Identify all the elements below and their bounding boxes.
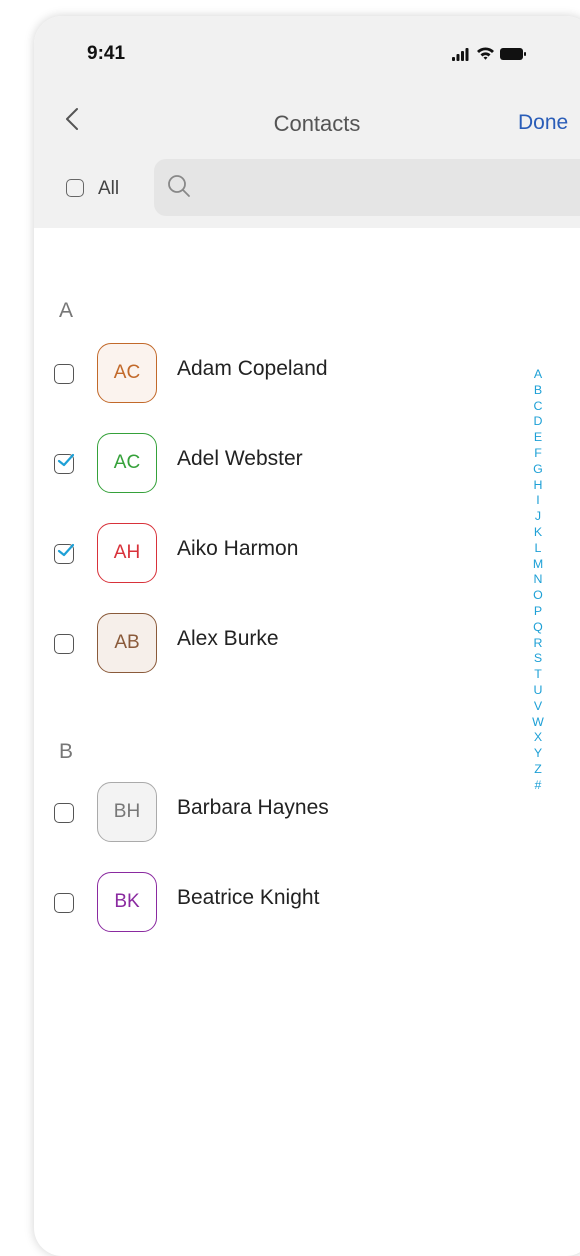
index-letter[interactable]: N — [534, 572, 543, 588]
index-letter[interactable]: Y — [534, 746, 542, 762]
index-letter[interactable]: T — [534, 667, 542, 683]
contact-checkbox[interactable] — [54, 893, 74, 913]
contact-name: Barbara Haynes — [177, 796, 329, 819]
contact-row[interactable]: AC Adam Copeland — [34, 343, 514, 407]
index-letter[interactable]: A — [534, 367, 542, 383]
select-all-label: All — [98, 178, 120, 199]
signal-icon — [452, 48, 469, 61]
contact-row[interactable]: BH Barbara Haynes — [34, 782, 514, 846]
contact-checkbox[interactable] — [54, 634, 74, 654]
contact-checkbox[interactable] — [54, 453, 74, 474]
search-bar[interactable] — [154, 159, 580, 216]
index-letter[interactable]: K — [534, 525, 542, 541]
index-letter[interactable]: E — [534, 430, 542, 446]
select-all-checkbox[interactable] — [66, 179, 84, 197]
avatar: BH — [97, 782, 157, 842]
contact-checkbox[interactable] — [54, 803, 74, 823]
index-letter[interactable]: G — [533, 462, 543, 478]
battery-icon — [500, 48, 526, 60]
index-letter[interactable]: R — [534, 636, 543, 652]
done-button[interactable]: Done — [518, 111, 568, 135]
contact-row[interactable]: BK Beatrice Knight — [34, 872, 514, 936]
index-letter[interactable]: M — [533, 557, 543, 573]
avatar: BK — [97, 872, 157, 932]
index-letter[interactable]: # — [535, 778, 542, 794]
contact-checkbox[interactable] — [54, 543, 74, 564]
index-letter[interactable]: P — [534, 604, 542, 620]
contact-name: Aiko Harmon — [177, 537, 299, 560]
contact-name: Beatrice Knight — [177, 886, 320, 909]
index-letter[interactable]: H — [534, 478, 543, 494]
header-area: 9:41 Contacts Done All — [34, 16, 580, 228]
index-letter[interactable]: J — [535, 509, 541, 525]
index-letter[interactable]: U — [534, 683, 543, 699]
index-letter[interactable]: Z — [534, 762, 542, 778]
avatar: AH — [97, 523, 157, 583]
checkmark-icon — [57, 453, 74, 467]
index-letter[interactable]: V — [534, 699, 542, 715]
wifi-icon — [477, 47, 494, 60]
index-letter[interactable]: X — [534, 730, 542, 746]
index-letter[interactable]: I — [536, 493, 539, 509]
index-letter[interactable]: Q — [533, 620, 543, 636]
status-time: 9:41 — [87, 43, 126, 64]
avatar: AB — [97, 613, 157, 673]
index-letter[interactable]: W — [532, 715, 544, 731]
checkmark-icon — [57, 543, 74, 557]
index-letter[interactable]: D — [534, 414, 543, 430]
search-icon — [166, 173, 192, 204]
contact-row[interactable]: AC Adel Webster — [34, 433, 514, 497]
index-letter[interactable]: L — [535, 541, 542, 557]
contact-name: Alex Burke — [177, 627, 279, 650]
contact-row[interactable]: AH Aiko Harmon — [34, 523, 514, 587]
search-input[interactable] — [204, 169, 580, 207]
index-letter[interactable]: O — [533, 588, 543, 604]
contact-name: Adam Copeland — [177, 357, 328, 380]
contact-checkbox[interactable] — [54, 364, 74, 384]
contact-name: Adel Webster — [177, 447, 303, 470]
index-letter[interactable]: C — [534, 399, 543, 415]
index-letter[interactable]: F — [534, 446, 542, 462]
section-header-b: B — [59, 740, 74, 763]
alphabet-index[interactable]: A B C D E F G H I J K L M N O P Q R S T U V W X Y Z # — [528, 367, 548, 794]
index-letter[interactable]: S — [534, 651, 542, 667]
status-icons — [452, 46, 562, 67]
phone-screen: 9:41 Contacts Done All A AC Adam Copelan… — [34, 16, 580, 1256]
section-header-a: A — [59, 299, 74, 322]
contact-row[interactable]: AB Alex Burke — [34, 613, 514, 677]
index-letter[interactable]: B — [534, 383, 542, 399]
page-title: Contacts — [273, 111, 361, 136]
avatar: AC — [97, 343, 157, 403]
avatar: AC — [97, 433, 157, 493]
